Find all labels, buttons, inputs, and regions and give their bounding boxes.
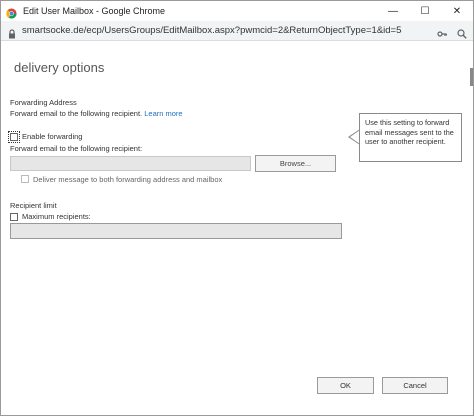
cancel-button[interactable]: Cancel [382, 377, 448, 394]
max-recipients-checkbox[interactable] [10, 212, 18, 221]
max-recipients-row[interactable]: Maximum recipients: [10, 212, 91, 221]
chrome-icon [6, 6, 17, 19]
deliver-both-checkbox[interactable] [21, 175, 29, 183]
close-button[interactable]: ✕ [441, 1, 473, 21]
forwarding-section-title: Forwarding Address [10, 98, 77, 107]
address-bar-icons [437, 21, 467, 41]
scrollbar-thumb[interactable] [470, 68, 473, 86]
deliver-both-row[interactable]: Deliver message to both forwarding addre… [21, 175, 223, 185]
minimize-button[interactable]: — [377, 1, 409, 21]
lock-icon[interactable] [7, 26, 17, 38]
max-recipients-label: Maximum recipients: [22, 212, 91, 221]
recipient-label: Forward email to the following recipient… [10, 144, 143, 153]
page-title: delivery options [14, 60, 105, 75]
enable-forwarding-row[interactable]: Enable forwarding [8, 130, 83, 143]
deliver-both-label: Deliver message to both forwarding addre… [33, 175, 223, 184]
forwarding-description: Forward email to the following recipient… [10, 109, 183, 118]
window-controls: — ☐ ✕ [377, 1, 473, 21]
enable-forwarding-checkbox[interactable] [8, 130, 20, 143]
url-text[interactable]: smartsocke.de/ecp/UsersGroups/EditMailbo… [22, 25, 402, 36]
learn-more-link[interactable]: Learn more [144, 109, 182, 118]
address-bar[interactable]: smartsocke.de/ecp/UsersGroups/EditMailbo… [1, 21, 473, 41]
zoom-icon[interactable] [457, 26, 467, 39]
recipient-field[interactable] [10, 156, 251, 171]
forwarding-tooltip: Use this setting to forward email messag… [359, 113, 462, 162]
dialog-content: delivery options Forwarding Address Forw… [1, 42, 473, 415]
recipient-limit-title: Recipient limit [10, 201, 57, 210]
window-title: Edit User Mailbox - Google Chrome [23, 6, 166, 16]
ok-button[interactable]: OK [317, 377, 374, 394]
title-bar: Edit User Mailbox - Google Chrome — ☐ ✕ [1, 1, 473, 21]
browse-button[interactable]: Browse... [255, 155, 336, 172]
key-icon[interactable] [437, 26, 448, 37]
max-recipients-field[interactable] [10, 223, 342, 239]
enable-forwarding-label: Enable forwarding [22, 132, 83, 141]
maximize-button[interactable]: ☐ [409, 1, 441, 21]
browser-window: Edit User Mailbox - Google Chrome — ☐ ✕ … [0, 0, 474, 416]
forwarding-description-text: Forward email to the following recipient… [10, 109, 143, 118]
